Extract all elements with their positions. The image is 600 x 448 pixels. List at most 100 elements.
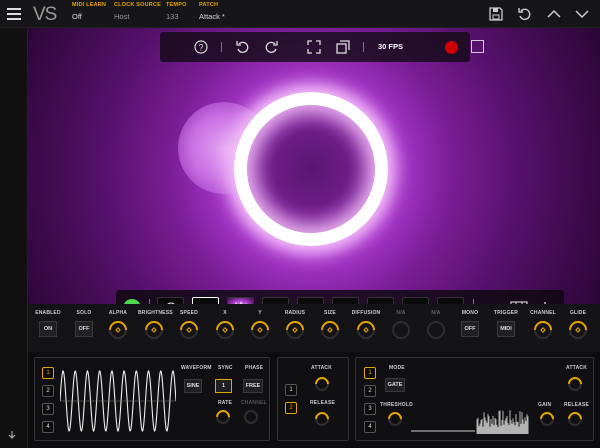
control-knob[interactable] xyxy=(427,321,445,339)
gain-knob[interactable] xyxy=(537,409,557,429)
undo-icon[interactable] xyxy=(236,40,250,54)
control-speed-4: SPEED xyxy=(173,310,205,343)
preset-slot-7[interactable]: 7 xyxy=(367,297,394,304)
fps-readout: 30 FPS xyxy=(378,42,404,51)
threshold-knob[interactable] xyxy=(385,409,405,429)
control-knob[interactable] xyxy=(392,321,410,339)
control-knob[interactable] xyxy=(353,317,379,343)
knob-indicator xyxy=(292,327,298,333)
redo-icon[interactable] xyxy=(264,40,278,54)
control-knob[interactable] xyxy=(247,317,273,343)
glow-ring xyxy=(234,92,388,246)
chevron-down-icon[interactable] xyxy=(575,7,589,21)
sync-label: SYNC xyxy=(218,365,233,371)
lfo-select-2[interactable]: 2 xyxy=(42,385,54,397)
control-radius-7: RADIUS xyxy=(279,310,311,343)
control-knob[interactable] xyxy=(565,317,591,343)
copy-icon[interactable] xyxy=(336,40,350,54)
lfo-panel: 1 2 3 4 WAVEFORM SINE SYNC 1 PHASE FREE … xyxy=(34,357,270,441)
preset-slot-8[interactable]: 8 xyxy=(402,297,429,304)
waveform-select[interactable]: SINE xyxy=(184,379,202,393)
knob-indicator xyxy=(257,327,263,333)
chevron-up-icon[interactable] xyxy=(547,7,561,21)
control-glide-15: GLIDE xyxy=(562,310,594,343)
env-select-1[interactable]: 1 xyxy=(285,384,297,396)
help-icon[interactable]: ? xyxy=(194,40,208,54)
preset-slot-6[interactable]: 6 xyxy=(332,297,359,304)
control-n-a-11: N/A xyxy=(420,310,452,339)
preset-slot-4[interactable]: 4 xyxy=(262,297,289,304)
lfo-select-3[interactable]: 3 xyxy=(42,403,54,415)
env-select-2[interactable]: 2 xyxy=(285,402,297,414)
patch-field[interactable]: PATCH Attack * xyxy=(199,2,225,21)
control-label: SPEED xyxy=(180,310,198,316)
preset-slot-1[interactable]: 1 xyxy=(157,297,184,304)
audio-panel: 1 2 3 4 MODE GATE THRESHOLD ATTACK GAIN … xyxy=(355,357,594,441)
control-button[interactable]: OFF xyxy=(461,321,479,337)
toolbar-divider xyxy=(363,42,364,52)
control-label: X xyxy=(223,310,227,316)
lfo-select-4[interactable]: 4 xyxy=(42,421,54,433)
control-button[interactable]: OFF xyxy=(75,321,93,337)
preset-bar: 1 4 5 6 7 8 8 xyxy=(116,290,564,304)
audio-attack-knob[interactable] xyxy=(565,374,585,394)
sync-select[interactable]: 1 xyxy=(215,379,232,393)
knob-indicator xyxy=(115,327,121,333)
audio-attack-label: ATTACK xyxy=(566,365,588,371)
control-knob[interactable] xyxy=(317,317,343,343)
control-button[interactable]: ON xyxy=(39,321,57,337)
audio-select-3[interactable]: 3 xyxy=(364,403,376,415)
lfo-select-1[interactable]: 1 xyxy=(42,367,54,379)
control-label: CHANNEL xyxy=(530,310,556,316)
record-icon[interactable] xyxy=(445,41,458,54)
tempo-field[interactable]: TEMPO 133 xyxy=(166,2,187,21)
phase-label: PHASE xyxy=(245,365,264,371)
control-knob[interactable] xyxy=(141,317,167,343)
rate-knob[interactable] xyxy=(213,407,233,427)
audio-select-4[interactable]: 4 xyxy=(364,421,376,433)
control-size-8: SIZE xyxy=(314,310,346,343)
lfo-channel-knob[interactable] xyxy=(244,410,258,424)
midi-learn-field[interactable]: MIDI LEARN Off xyxy=(72,2,106,21)
env-release-knob[interactable] xyxy=(312,409,332,429)
mode-select[interactable]: GATE xyxy=(385,378,405,392)
fullscreen-icon[interactable] xyxy=(307,40,321,54)
control-knob[interactable] xyxy=(212,317,238,343)
control-brightness-3: BRIGHTNESS xyxy=(138,310,173,343)
undo-icon[interactable] xyxy=(518,7,532,21)
top-bar: VS MIDI LEARN Off CLOCK SOURCE Host TEMP… xyxy=(0,0,600,28)
save-icon[interactable] xyxy=(489,7,503,21)
control-button[interactable]: MIDI xyxy=(497,321,515,337)
control-alpha-2: ALPHA xyxy=(102,310,134,343)
preset-slot-3[interactable] xyxy=(227,297,254,304)
preset-slot-5[interactable]: 5 xyxy=(297,297,324,304)
audio-select-1[interactable]: 1 xyxy=(364,367,376,379)
gain-label: GAIN xyxy=(538,402,552,408)
audio-release-knob[interactable] xyxy=(565,409,585,429)
clock-source-field[interactable]: CLOCK SOURCE Host xyxy=(114,2,161,21)
preset-slot-9[interactable]: 8 xyxy=(437,297,464,304)
mode-label: MODE xyxy=(389,365,405,371)
control-solo-1: SOLO OFF xyxy=(68,310,100,337)
phase-select[interactable]: FREE xyxy=(243,379,263,393)
env-attack-knob[interactable] xyxy=(312,374,332,394)
control-diffusion-9: DIFFUSION xyxy=(350,310,382,343)
control-label: DIFFUSION xyxy=(351,310,381,316)
visualizer-canvas[interactable]: ? 30 FPS 1 4 5 6 7 8 8 xyxy=(28,28,600,304)
control-knob[interactable] xyxy=(530,317,556,343)
hamburger-menu-icon[interactable] xyxy=(7,8,21,20)
knob-indicator xyxy=(540,327,546,333)
control-label: ALPHA xyxy=(108,310,128,316)
control-knob[interactable] xyxy=(282,317,308,343)
stop-icon[interactable] xyxy=(471,40,484,53)
rate-label: RATE xyxy=(218,400,233,406)
control-knob[interactable] xyxy=(176,317,202,343)
control-knob[interactable] xyxy=(105,317,131,343)
preset-slot-2[interactable] xyxy=(192,297,219,304)
envelope-panel: ATTACK 1 2 RELEASE xyxy=(277,357,349,441)
control-mono-12: MONO OFF xyxy=(454,310,486,337)
arrow-down-icon[interactable] xyxy=(7,430,17,440)
control-x-5: X xyxy=(209,310,241,343)
audio-select-2[interactable]: 2 xyxy=(364,385,376,397)
channel-label: CHANNEL xyxy=(241,400,267,406)
